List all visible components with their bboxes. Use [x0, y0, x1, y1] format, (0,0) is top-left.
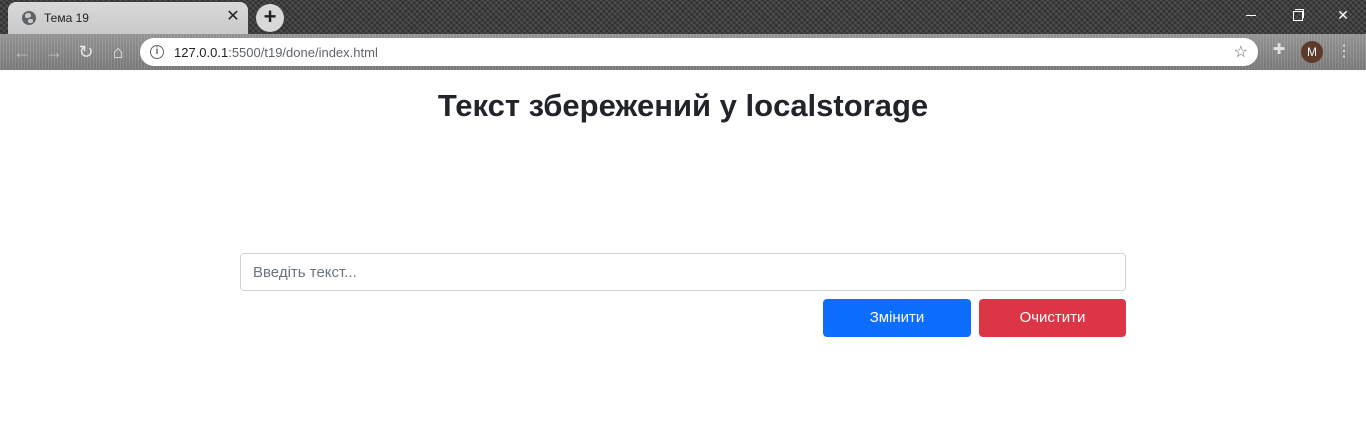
- close-window-button[interactable]: ✕: [1320, 0, 1366, 30]
- bookmark-star-icon[interactable]: ☆: [1234, 42, 1248, 62]
- url-host: 127.0.0.1: [174, 45, 229, 60]
- url-text: 127.0.0.1:5500/t19/done/index.html: [174, 45, 378, 60]
- text-input[interactable]: [240, 253, 1126, 291]
- change-button[interactable]: Змінити: [823, 299, 971, 337]
- globe-icon: [22, 11, 36, 25]
- tab-close-icon[interactable]: ✕: [224, 8, 242, 26]
- kebab-menu-icon[interactable]: ⋮: [1336, 41, 1352, 63]
- page-content: Текст збережений у localstorage Змінити …: [0, 70, 1366, 424]
- browser-toolbar: ← → ↻ ⌂ i 127.0.0.1:5500/t19/done/index.…: [0, 34, 1366, 70]
- home-icon[interactable]: ⌂: [107, 41, 129, 63]
- extensions-puzzle-icon[interactable]: ✚: [1270, 41, 1288, 59]
- clear-button[interactable]: Очистити: [979, 299, 1126, 337]
- minimize-window-button[interactable]: [1228, 0, 1274, 30]
- address-bar[interactable]: i 127.0.0.1:5500/t19/done/index.html ☆: [140, 38, 1258, 66]
- url-path: :5500/t19/done/index.html: [228, 45, 378, 60]
- back-icon[interactable]: ←: [11, 41, 33, 63]
- profile-avatar[interactable]: M: [1301, 41, 1323, 63]
- forward-icon[interactable]: →: [43, 41, 65, 63]
- tab-title: Тема 19: [44, 11, 89, 25]
- page-title: Текст збережений у localstorage: [437, 88, 929, 123]
- info-icon[interactable]: i: [150, 45, 164, 59]
- browser-titlebar: Тема 19 ✕ + ✕: [0, 0, 1366, 34]
- reload-icon[interactable]: ↻: [75, 41, 97, 63]
- new-tab-button[interactable]: +: [256, 4, 284, 32]
- restore-window-button[interactable]: [1274, 0, 1320, 30]
- browser-tab[interactable]: Тема 19 ✕: [8, 2, 248, 34]
